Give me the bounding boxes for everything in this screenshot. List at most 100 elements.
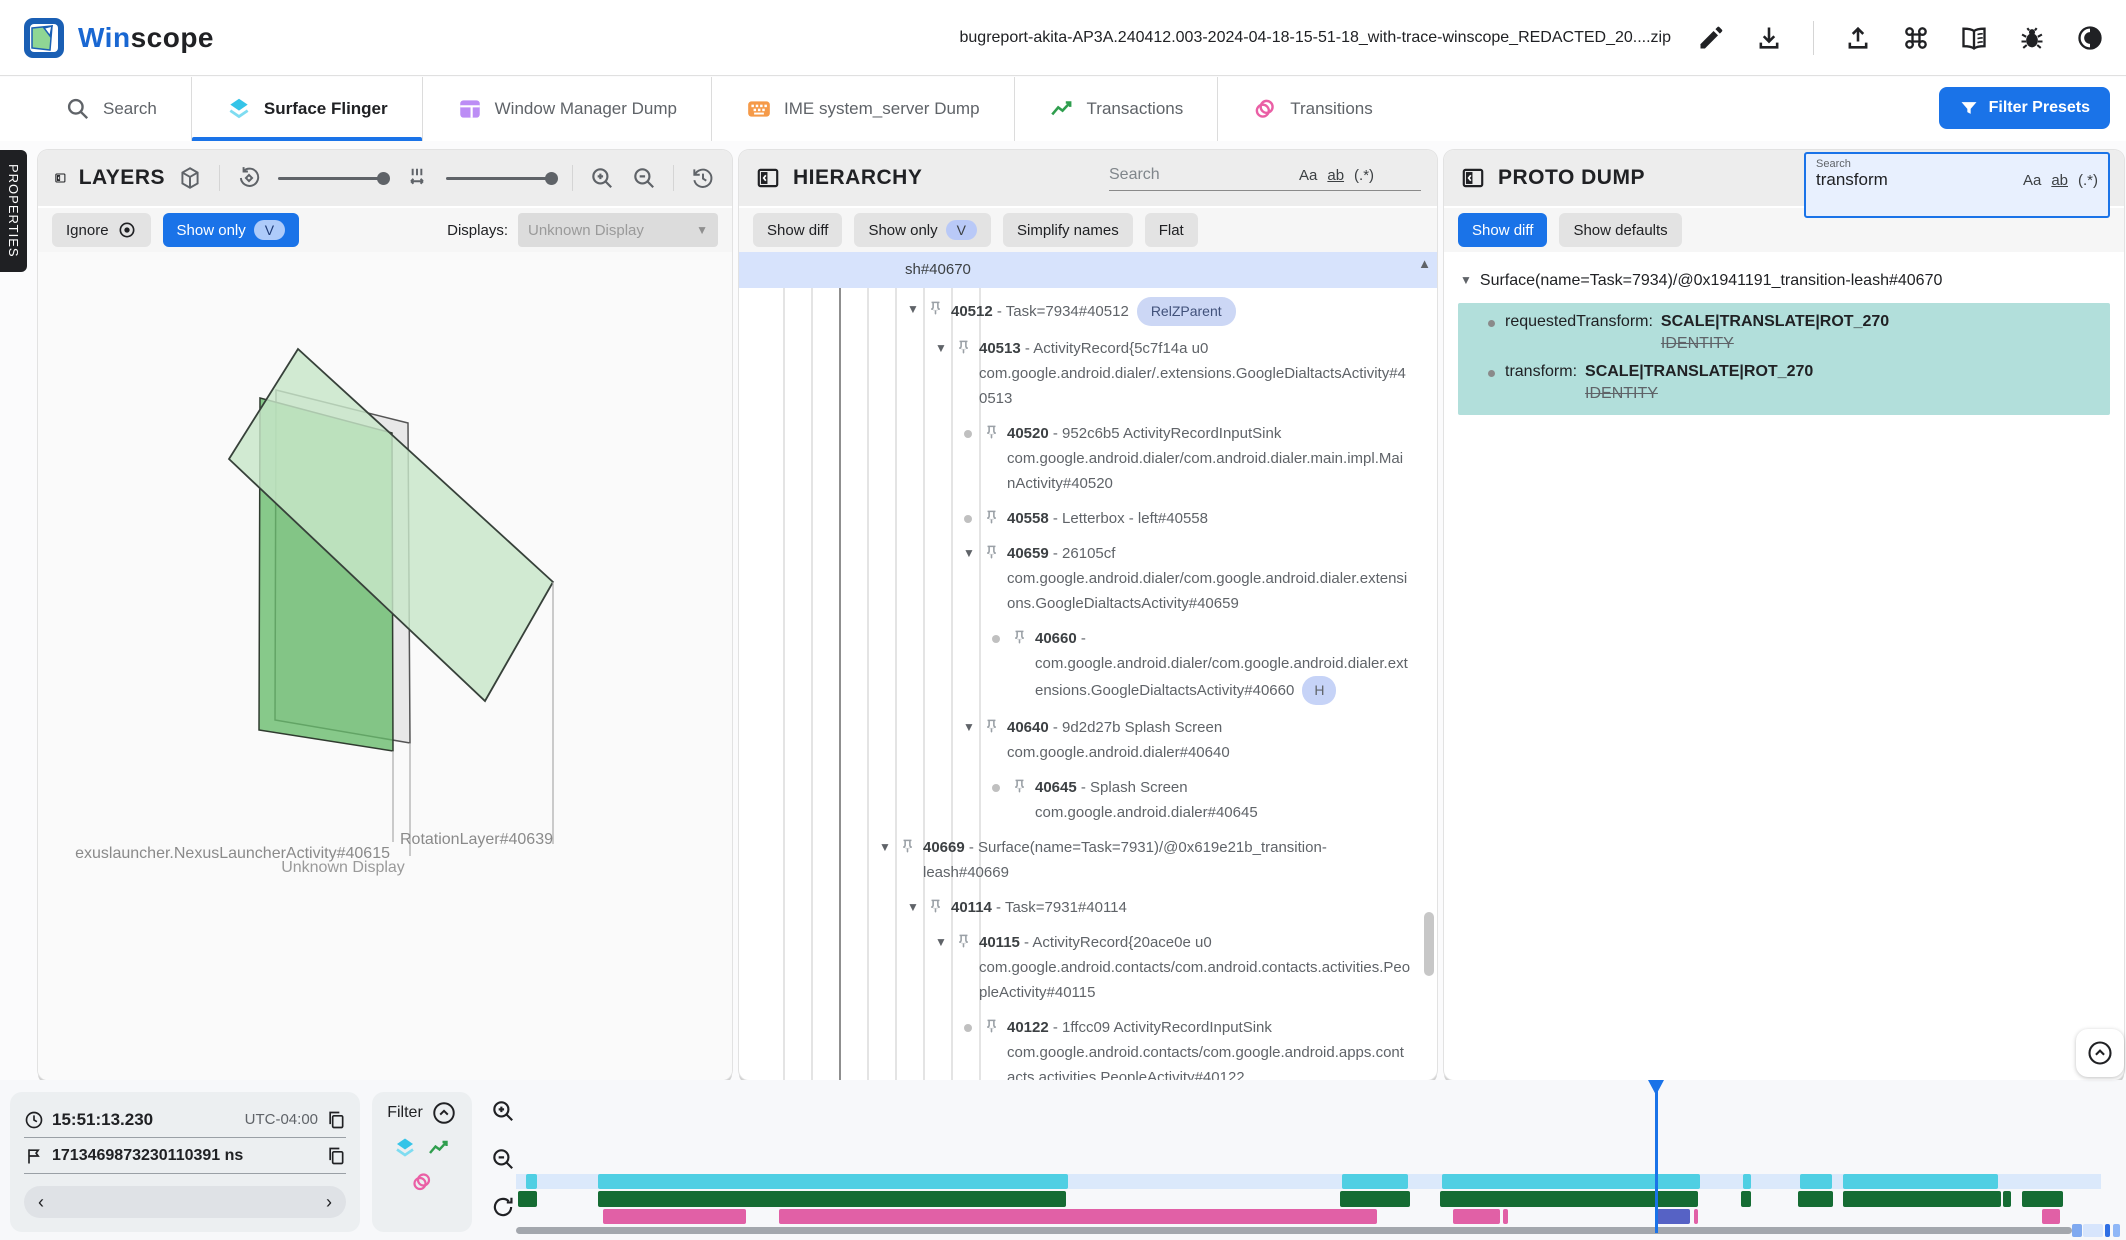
rotation-slider[interactable]: [278, 177, 388, 180]
tab-ime[interactable]: IME system_server Dump: [712, 77, 1015, 141]
filter-presets-button[interactable]: Filter Presets: [1939, 87, 2110, 129]
proto-root-node[interactable]: ▼ Surface(name=Task=7934)/@0x1941191_tra…: [1458, 262, 2110, 299]
tab-search[interactable]: Search: [30, 77, 192, 141]
pin-icon[interactable]: [954, 933, 973, 952]
timeline-segment[interactable]: [518, 1191, 537, 1207]
expand-arrow-icon[interactable]: ▼: [1460, 268, 1472, 293]
pin-icon[interactable]: [1010, 629, 1029, 648]
match-word-toggle[interactable]: ab: [2051, 172, 2068, 189]
hierarchy-node[interactable]: ▼40640 - 9d2d27b Splash Screen com.googl…: [739, 710, 1411, 770]
pin-icon[interactable]: [982, 718, 1001, 737]
selected-transition-segment[interactable]: [1657, 1209, 1690, 1224]
scrollbar-mark[interactable]: [2105, 1224, 2110, 1237]
timeline-scrollbar[interactable]: [516, 1227, 2120, 1234]
surface-flinger-lane[interactable]: [516, 1174, 2101, 1189]
selected-node-row[interactable]: sh#40670: [739, 252, 1437, 288]
pin-icon[interactable]: [926, 300, 945, 319]
show-only-button[interactable]: Show only V: [163, 213, 300, 247]
flat-button[interactable]: Flat: [1145, 213, 1198, 247]
timeline-segment[interactable]: [598, 1174, 1067, 1189]
collapse-panel-icon[interactable]: [1460, 165, 1486, 191]
scrollbar-mark[interactable]: [2113, 1224, 2120, 1237]
proto-search[interactable]: Search Aa ab (.*): [1804, 152, 2110, 218]
hierarchy-node[interactable]: 40520 - 952c6b5 ActivityRecordInputSink …: [739, 416, 1411, 501]
timeline-segment[interactable]: [2003, 1191, 2011, 1207]
transactions-lane[interactable]: [516, 1191, 2101, 1207]
hierarchy-node[interactable]: 40122 - 1ffcc09 ActivityRecordInputSink …: [739, 1010, 1411, 1080]
copy-icon[interactable]: [326, 1146, 346, 1166]
tab-transactions[interactable]: Transactions: [1015, 77, 1219, 141]
hierarchy-node[interactable]: ▼40115 - ActivityRecord{20ace0e u0 com.g…: [739, 925, 1411, 1010]
report-bug-icon[interactable]: [2018, 24, 2046, 52]
property-row[interactable]: requestedTransform: SCALE|TRANSLATE|ROT_…: [1486, 313, 2100, 353]
timeline-segment[interactable]: [1843, 1174, 1998, 1189]
pin-icon[interactable]: [898, 838, 917, 857]
expand-arrow-icon[interactable]: ▼: [900, 297, 926, 322]
timeline-segment[interactable]: [2022, 1191, 2063, 1207]
next-frame-button[interactable]: ›: [326, 1192, 332, 1213]
tab-transitions[interactable]: Transitions: [1218, 77, 1407, 141]
timeline-segment[interactable]: [1442, 1174, 1700, 1189]
scrollbar-track[interactable]: [516, 1227, 2072, 1234]
transactions-toggle-icon[interactable]: [427, 1136, 451, 1160]
timeline-zoom-reset-icon[interactable]: [490, 1194, 516, 1220]
transitions-toggle-icon[interactable]: [410, 1170, 434, 1194]
edit-icon[interactable]: [1697, 24, 1725, 52]
download-icon[interactable]: [1755, 24, 1783, 52]
pin-icon[interactable]: [982, 544, 1001, 563]
timeline-segment[interactable]: [1503, 1209, 1508, 1224]
hierarchy-node[interactable]: 40660 - com.google.android.dialer/com.go…: [739, 621, 1411, 710]
collapse-timeline-button[interactable]: [2076, 1029, 2124, 1077]
pin-icon[interactable]: [926, 898, 945, 917]
timeline-segment[interactable]: [603, 1209, 746, 1224]
3d-view-icon[interactable]: [177, 165, 203, 191]
show-diff-button[interactable]: Show diff: [753, 213, 842, 247]
timeline-zoom-in-icon[interactable]: [490, 1098, 516, 1124]
hierarchy-search[interactable]: Aa ab (.*): [1109, 166, 1421, 191]
regex-toggle[interactable]: (.*): [1354, 167, 1374, 184]
property-row[interactable]: transform: SCALE|TRANSLATE|ROT_270 IDENT…: [1486, 363, 2100, 403]
tab-surface-flinger[interactable]: Surface Flinger: [192, 77, 423, 141]
collapse-panel-icon[interactable]: [54, 165, 67, 191]
pin-icon[interactable]: [982, 1018, 1001, 1037]
timeline-segment[interactable]: [1342, 1174, 1409, 1189]
dark-mode-icon[interactable]: [2076, 24, 2104, 52]
regex-toggle[interactable]: (.*): [2078, 172, 2098, 189]
expand-arrow-icon[interactable]: ▼: [928, 336, 954, 361]
prev-frame-button[interactable]: ‹: [38, 1192, 44, 1213]
pin-icon[interactable]: [1010, 778, 1029, 797]
ignore-button[interactable]: Ignore: [52, 213, 151, 247]
simplify-names-button[interactable]: Simplify names: [1003, 213, 1133, 247]
spacing-slider[interactable]: [446, 177, 556, 180]
rotation-reset-icon[interactable]: [236, 165, 262, 191]
timeline-segment[interactable]: [2042, 1209, 2059, 1224]
match-word-toggle[interactable]: ab: [1327, 167, 1344, 184]
scrollbar-mark[interactable]: [2083, 1224, 2103, 1237]
hierarchy-node[interactable]: 40645 - Splash Screen com.google.android…: [739, 770, 1411, 830]
pin-icon[interactable]: [982, 509, 1001, 528]
expand-arrow-icon[interactable]: ▼: [900, 895, 926, 920]
hierarchy-node[interactable]: ▼40659 - 26105cf com.google.android.dial…: [739, 536, 1411, 621]
timeline-segment[interactable]: [526, 1174, 537, 1189]
proto-search-input[interactable]: [1816, 170, 1986, 190]
timeline-segment[interactable]: [1453, 1209, 1501, 1224]
expand-arrow-icon[interactable]: ▼: [872, 835, 898, 860]
hierarchy-node[interactable]: 40558 - Letterbox - left#40558: [739, 501, 1411, 536]
sf-trace-toggle-icon[interactable]: [393, 1136, 417, 1160]
timeline-zoom-out-icon[interactable]: [490, 1146, 516, 1172]
layer-spacing-icon[interactable]: [404, 165, 430, 191]
expand-arrow-icon[interactable]: ▼: [956, 715, 982, 740]
timeline-segment[interactable]: [1843, 1191, 2002, 1207]
pin-icon[interactable]: [954, 339, 973, 358]
timeline-segment[interactable]: [1694, 1209, 1699, 1224]
zoom-in-icon[interactable]: [589, 165, 615, 191]
copy-icon[interactable]: [326, 1110, 346, 1130]
pin-icon[interactable]: [982, 424, 1001, 443]
show-diff-button[interactable]: Show diff: [1458, 213, 1547, 247]
show-defaults-button[interactable]: Show defaults: [1559, 213, 1681, 247]
transitions-lane[interactable]: [516, 1209, 2101, 1224]
scrollbar-mark[interactable]: [2072, 1224, 2082, 1237]
collapse-filter-icon[interactable]: [431, 1100, 457, 1126]
timeline-segment[interactable]: [1440, 1191, 1698, 1207]
timeline-scrubber[interactable]: [1655, 1080, 1658, 1233]
